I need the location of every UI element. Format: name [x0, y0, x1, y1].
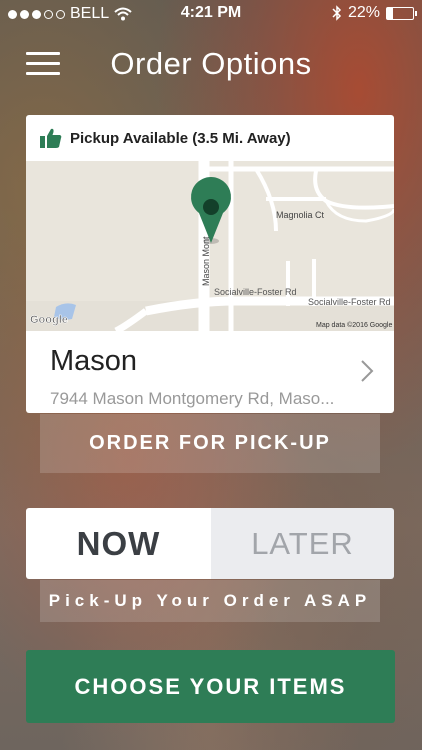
- bluetooth-icon: [332, 5, 342, 21]
- map-attribution: Map data ©2016 Google: [316, 321, 392, 329]
- battery-percent: 22%: [347, 4, 380, 21]
- street-label: Magnolia Ct: [276, 210, 325, 220]
- battery-level: [387, 7, 393, 19]
- pickup-availability-text: Pickup Available (3.5 Mi. Away): [70, 129, 291, 147]
- later-option[interactable]: LATER: [211, 508, 394, 579]
- now-option[interactable]: NOW: [26, 508, 211, 579]
- battery-icon: [386, 6, 417, 20]
- chevron-right-icon: [361, 360, 374, 382]
- street-label: Socialville-Foster Rd: [214, 287, 297, 297]
- store-map[interactable]: Magnolia Ct Mason Mont Socialville-Foste…: [26, 161, 394, 331]
- status-bar: BELL 4:21 PM 22%: [0, 0, 422, 28]
- status-right: 22%: [332, 4, 417, 22]
- choose-items-button[interactable]: CHOOSE YOUR ITEMS: [26, 650, 395, 723]
- pickup-availability: Pickup Available (3.5 Mi. Away): [26, 115, 394, 161]
- time-toggle: NOW LATER: [26, 508, 394, 579]
- asap-label: Pick-Up Your Order ASAP: [40, 580, 380, 622]
- google-logo: Google: [30, 314, 68, 326]
- street-label: Socialville-Foster Rd: [308, 297, 391, 307]
- store-selector[interactable]: Mason 7944 Mason Montgomery Rd, Maso...: [26, 331, 394, 413]
- thumbs-up-icon: [40, 128, 62, 148]
- store-name: Mason: [50, 345, 138, 377]
- nav-bar: Order Options: [0, 40, 422, 90]
- location-card: Pickup Available (3.5 Mi. Away) Magnolia…: [26, 115, 394, 413]
- store-address: 7944 Mason Montgomery Rd, Maso...: [50, 389, 335, 408]
- order-for-pickup-button[interactable]: ORDER FOR PICK-UP: [40, 414, 380, 473]
- page-title: Order Options: [110, 46, 312, 81]
